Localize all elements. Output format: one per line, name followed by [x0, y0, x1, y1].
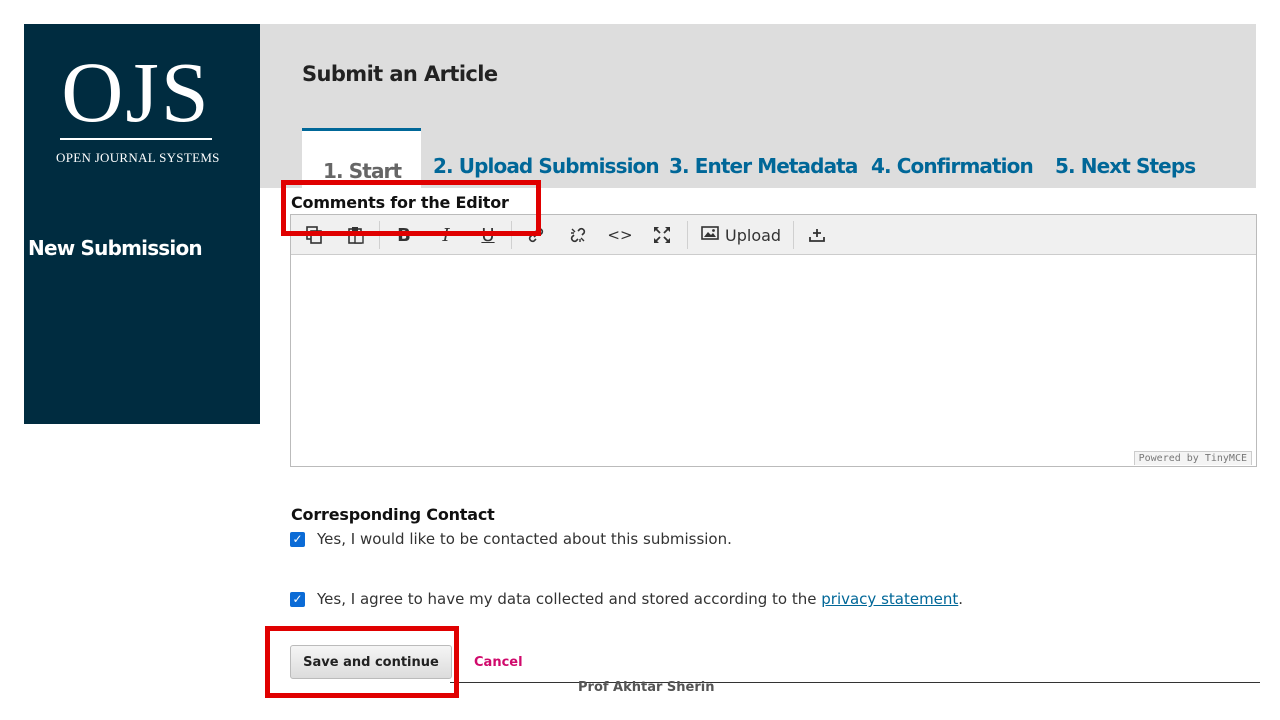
annotation-box-save — [265, 626, 459, 698]
contact-checkbox-label: Yes, I would like to be contacted about … — [317, 530, 732, 548]
tab-confirmation[interactable]: 4. Confirmation — [871, 154, 1034, 178]
code-icon[interactable]: <> — [605, 223, 635, 247]
toolbar-separator — [793, 221, 794, 249]
upload-button[interactable]: Upload — [701, 223, 781, 247]
corresponding-contact-label: Corresponding Contact — [291, 505, 495, 524]
powered-by-tinymce[interactable]: Powered by TinyMCE — [1133, 451, 1252, 465]
tab-next-steps[interactable]: 5. Next Steps — [1055, 154, 1196, 178]
privacy-period: . — [958, 590, 964, 608]
privacy-consent-row: ✓ Yes, I agree to have my data collected… — [290, 590, 963, 608]
image-icon — [701, 225, 719, 245]
sidebar-item-new-submission[interactable]: New Submission — [28, 236, 203, 260]
sidebar: OJS OPEN JOURNAL SYSTEMS New Submission — [24, 24, 260, 424]
annotation-box-comments — [281, 180, 541, 236]
cancel-button[interactable]: Cancel — [474, 655, 523, 670]
unlink-icon[interactable] — [563, 223, 593, 247]
page-header: Submit an Article 1. Start 2. Upload Sub… — [260, 24, 1256, 188]
editor-text-area[interactable] — [291, 255, 1256, 465]
upload-label: Upload — [725, 225, 782, 245]
privacy-checkbox-label: Yes, I agree to have my data collected a… — [317, 590, 963, 608]
contact-checkbox[interactable]: ✓ — [290, 531, 305, 547]
insert-file-icon[interactable] — [802, 223, 832, 247]
tab-enter-metadata[interactable]: 3. Enter Metadata — [669, 154, 858, 178]
tab-upload-submission[interactable]: 2. Upload Submission — [433, 154, 660, 178]
logo-mark: OJS — [61, 44, 211, 140]
footer-divider — [450, 682, 1260, 683]
tab-start[interactable]: 1. Start — [302, 128, 422, 188]
ojs-logo[interactable]: OJS OPEN JOURNAL SYSTEMS — [56, 44, 220, 166]
logo-subtitle: OPEN JOURNAL SYSTEMS — [56, 150, 220, 165]
toolbar-separator — [687, 221, 688, 249]
contact-consent-row: ✓ Yes, I would like to be contacted abou… — [290, 530, 732, 548]
privacy-text: Yes, I agree to have my data collected a… — [317, 590, 822, 608]
privacy-checkbox[interactable]: ✓ — [290, 591, 305, 607]
privacy-statement-link[interactable]: privacy statement — [821, 590, 958, 608]
fullscreen-icon[interactable] — [647, 223, 677, 247]
comments-editor: B I U <> Upload Powered by TinyMCE — [290, 214, 1257, 467]
footer-author: Prof Akhtar Sherin — [578, 680, 715, 695]
page-title: Submit an Article — [302, 62, 498, 86]
